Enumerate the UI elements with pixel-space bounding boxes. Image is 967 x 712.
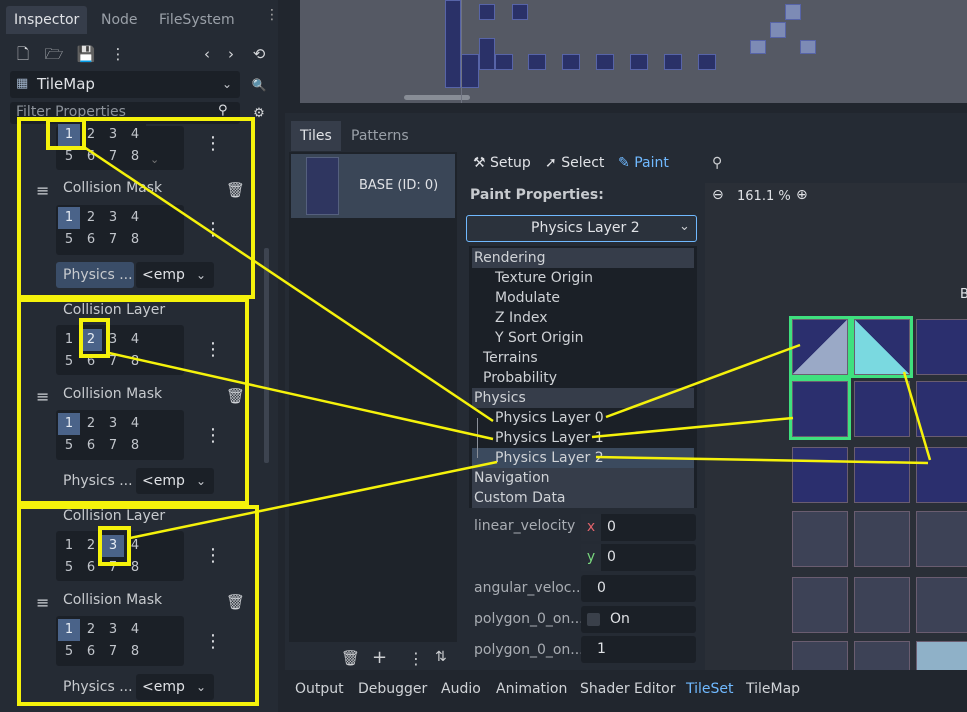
editor-window: Inspector Node FileSystem ⋮ 🗋 🗁 💾 ⋮ ‹ › …: [0, 0, 967, 712]
annotation-line: [83, 145, 494, 423]
annotation-line: [605, 343, 801, 419]
annotation-line: [902, 371, 932, 461]
annotation-line: [108, 351, 494, 441]
annotation-line: [595, 455, 929, 465]
annotation-line: [591, 416, 794, 439]
annotation-lines: [83, 145, 932, 540]
annotation-line: [129, 460, 498, 540]
